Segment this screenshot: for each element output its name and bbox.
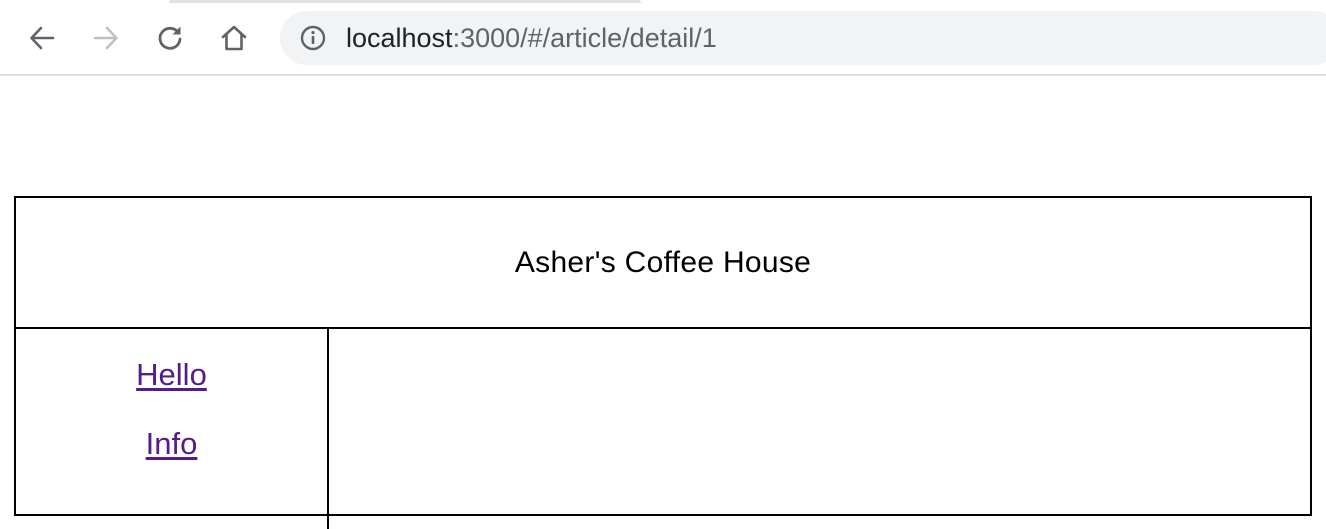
reload-button[interactable] bbox=[150, 18, 190, 58]
tab-strip bbox=[0, 0, 1326, 3]
url-host: localhost bbox=[346, 23, 453, 53]
home-icon bbox=[221, 25, 247, 51]
sidebar-nav: Hello Info bbox=[16, 329, 329, 529]
url-text[interactable]: localhost:3000/#/article/detail/1 bbox=[346, 23, 717, 53]
nav-link-hello[interactable]: Hello bbox=[16, 357, 327, 393]
forward-button[interactable] bbox=[86, 18, 126, 58]
back-button[interactable] bbox=[22, 18, 62, 58]
info-icon[interactable] bbox=[300, 25, 326, 51]
arrow-right-icon bbox=[93, 26, 118, 50]
site-title: Asher's Coffee House bbox=[514, 245, 812, 279]
reload-icon bbox=[158, 26, 182, 50]
browser-toolbar: localhost:3000/#/article/detail/1 bbox=[0, 0, 1326, 76]
page-header: Asher's Coffee House bbox=[16, 198, 1310, 329]
nav-link-info[interactable]: Info bbox=[16, 426, 327, 462]
arrow-left-icon bbox=[30, 26, 55, 50]
page-layout: Asher's Coffee House Hello Info bbox=[14, 196, 1312, 529]
main-content bbox=[329, 329, 1310, 529]
home-button[interactable] bbox=[214, 18, 254, 58]
url-path: :3000/#/article/detail/1 bbox=[452, 23, 717, 53]
address-bar[interactable]: localhost:3000/#/article/detail/1 bbox=[280, 11, 1326, 65]
